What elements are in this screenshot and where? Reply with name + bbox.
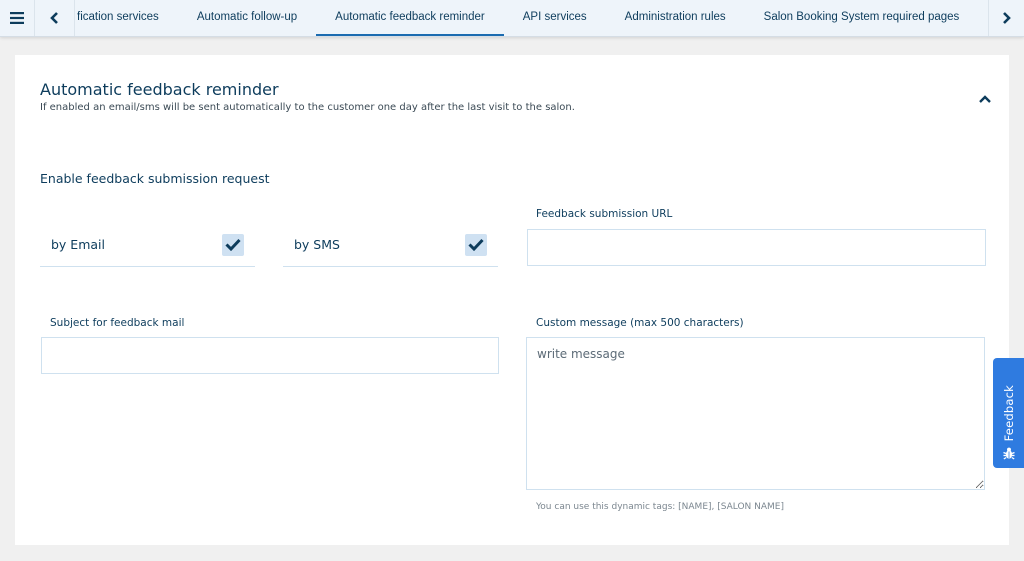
tabs: fication services Automatic follow-up Au… xyxy=(75,0,988,36)
checkmark-icon xyxy=(468,238,484,251)
by-email-label: by Email xyxy=(51,237,105,252)
scroll-tabs-left-button[interactable] xyxy=(35,0,75,36)
scroll-tabs-right-button[interactable] xyxy=(988,0,1024,36)
tab-required-pages[interactable]: Salon Booking System required pages xyxy=(745,0,979,36)
custom-message-textarea[interactable] xyxy=(526,337,985,490)
subject-label: Subject for feedback mail xyxy=(50,317,185,329)
feedback-url-label: Feedback submission URL xyxy=(536,208,673,220)
tab-administration-rules[interactable]: Administration rules xyxy=(606,0,745,36)
hamburger-icon xyxy=(10,12,24,24)
by-sms-checkbox[interactable] xyxy=(465,233,487,256)
chevron-left-icon xyxy=(50,12,58,24)
subject-input[interactable] xyxy=(41,337,499,374)
by-email-checkbox[interactable] xyxy=(222,233,244,256)
tab-api-services[interactable]: API services xyxy=(504,0,606,36)
tab-automatic-feedback-reminder[interactable]: Automatic feedback reminder xyxy=(316,0,504,36)
tab-notification-services[interactable]: fication services xyxy=(75,0,178,36)
feedback-url-input[interactable] xyxy=(527,229,986,266)
feedback-widget-button[interactable]: Feedback xyxy=(993,358,1024,468)
by-sms-option: by SMS xyxy=(283,223,498,267)
panel-description: If enabled an email/sms will be sent aut… xyxy=(40,102,575,113)
menu-button[interactable] xyxy=(0,0,35,36)
dynamic-tags-hint: You can use this dynamic tags: [NAME], [… xyxy=(536,502,785,512)
by-email-option: by Email xyxy=(40,223,255,267)
by-sms-label: by SMS xyxy=(294,237,340,252)
chevron-up-icon xyxy=(979,95,991,103)
bug-icon xyxy=(1002,447,1015,460)
settings-tab-bar: fication services Automatic follow-up Au… xyxy=(0,0,1024,37)
custom-message-label: Custom message (max 500 characters) xyxy=(536,317,744,329)
feedback-reminder-panel: Automatic feedback reminder If enabled a… xyxy=(15,55,1009,545)
checkmark-icon xyxy=(225,238,241,251)
tab-automatic-follow-up[interactable]: Automatic follow-up xyxy=(178,0,316,36)
section-title: Enable feedback submission request xyxy=(40,171,270,186)
chevron-right-icon xyxy=(1003,12,1011,24)
feedback-widget-label: Feedback xyxy=(1001,384,1016,441)
panel-title: Automatic feedback reminder xyxy=(40,80,279,99)
collapse-panel-button[interactable] xyxy=(977,93,993,105)
